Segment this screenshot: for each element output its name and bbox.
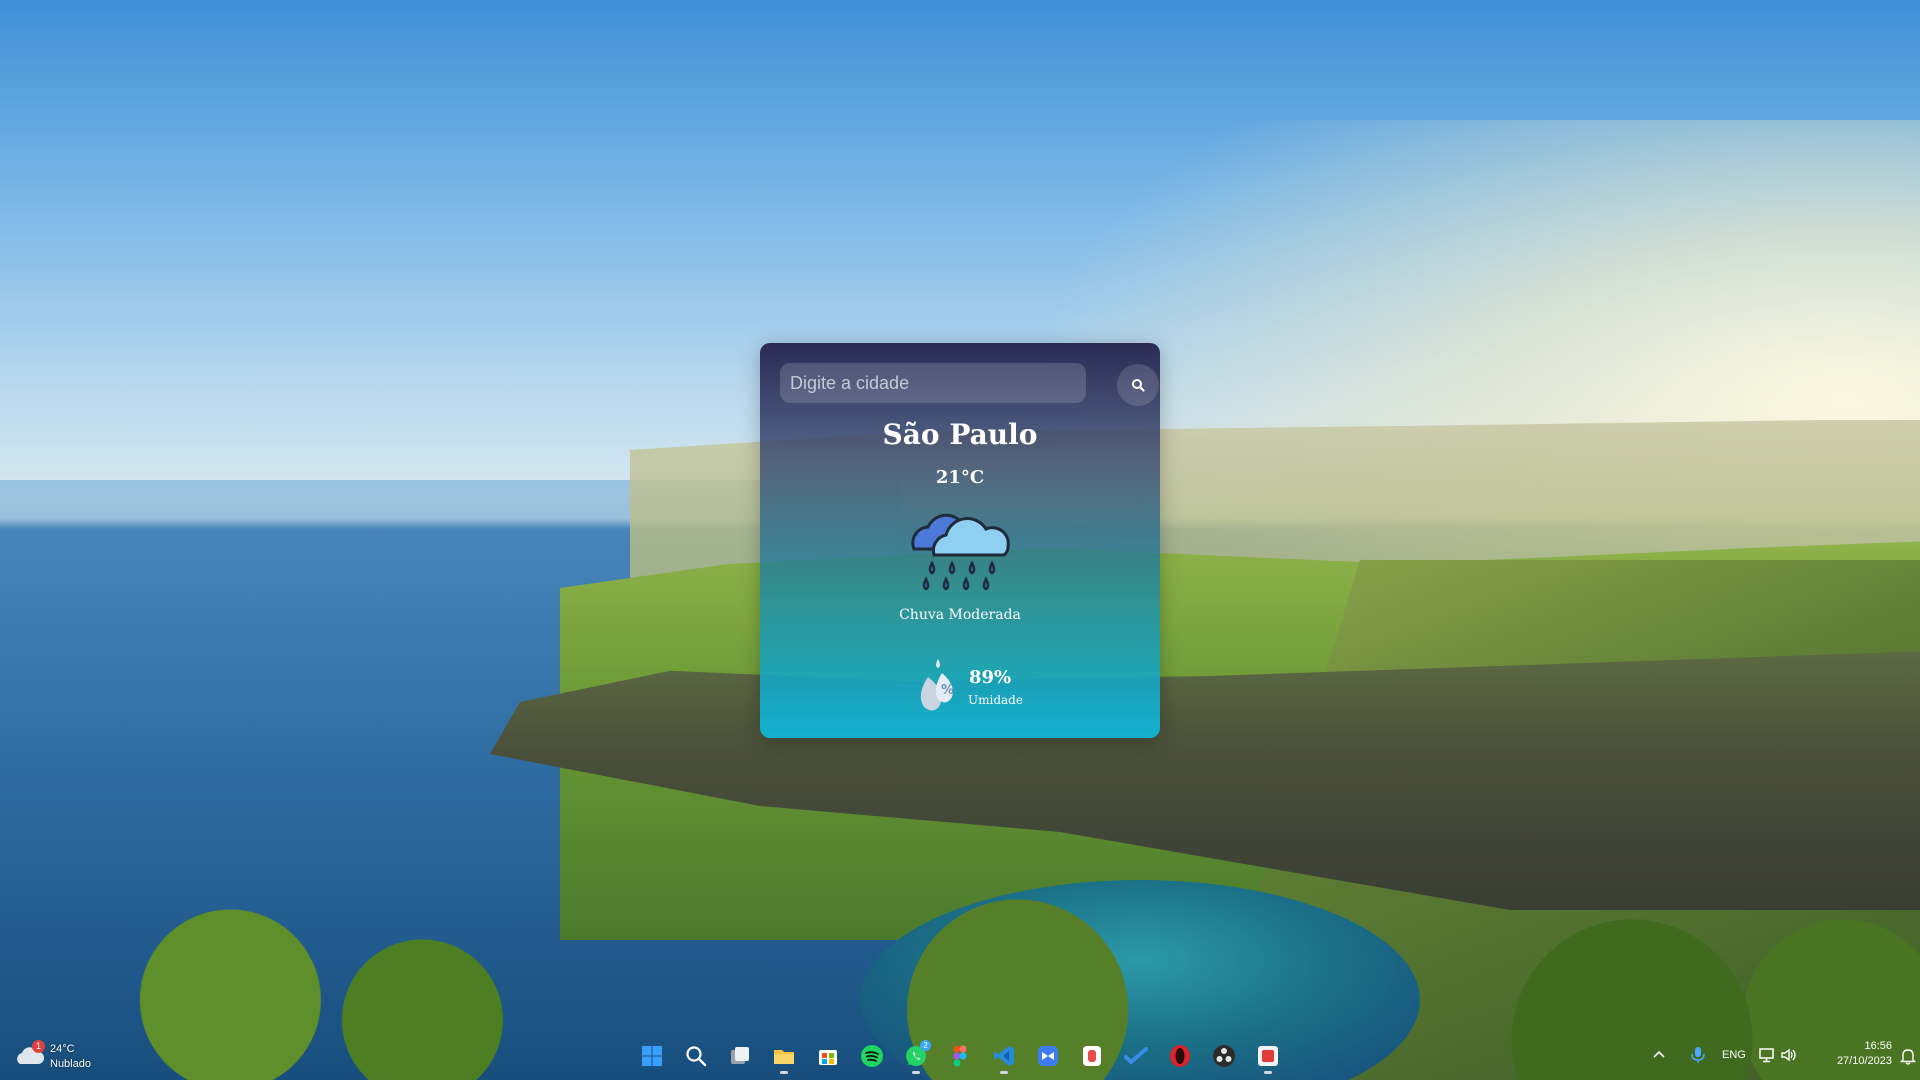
humidity-drop-icon: % (920, 659, 954, 711)
weather-widget[interactable]: 1 24°C Nublado (16, 1040, 106, 1074)
humidity-label: Umidade (968, 693, 1023, 707)
figma-button[interactable] (942, 1038, 978, 1074)
spotify-button[interactable] (854, 1038, 890, 1074)
task-view-button[interactable] (722, 1038, 758, 1074)
folder-icon (774, 1050, 794, 1064)
vscode-button[interactable] (986, 1038, 1022, 1074)
taskbar: 1 24°C Nublado 2 ENG 16:56 27/10/2023 (0, 1032, 1920, 1080)
app-blue-icon (1038, 1046, 1058, 1066)
search-icon (1132, 379, 1145, 392)
todo-icon (1124, 1047, 1148, 1065)
store-icon (819, 1050, 837, 1065)
file-explorer-button[interactable] (766, 1038, 802, 1074)
microsoft-store-button[interactable] (810, 1038, 846, 1074)
svg-text:%: % (941, 683, 954, 698)
obs-icon (1213, 1045, 1235, 1067)
widget-badge: 1 (32, 1040, 45, 1053)
opera-icon (1170, 1045, 1190, 1067)
red-square-app-button[interactable] (1250, 1038, 1286, 1074)
blue-app-button[interactable] (1030, 1038, 1066, 1074)
chevron-up-icon[interactable] (1652, 1048, 1666, 1062)
red-app-button[interactable] (1074, 1038, 1110, 1074)
obs-button[interactable] (1206, 1038, 1242, 1074)
taskbar-apps: 2 (634, 1038, 1286, 1074)
clock-date[interactable]: 27/10/2023 (1818, 1055, 1892, 1067)
weather-card: São Paulo 21°C Chuva Moderada % 89% (760, 343, 1160, 738)
running-indicator (912, 1071, 920, 1074)
running-indicator (1000, 1071, 1008, 1074)
opera-button[interactable] (1162, 1038, 1198, 1074)
city-search-input[interactable] (780, 363, 1086, 403)
language-indicator[interactable]: ENG (1722, 1049, 1746, 1061)
task-view-icon (731, 1047, 749, 1064)
whatsapp-badge: 2 (920, 1040, 931, 1051)
running-indicator (780, 1071, 788, 1074)
todo-button[interactable] (1118, 1038, 1154, 1074)
network-icon[interactable] (1758, 1046, 1776, 1064)
weather-description: Chuva Moderada (899, 607, 1021, 623)
search-row (780, 363, 1159, 406)
cloud-rain-icon (911, 513, 1010, 591)
taskbar-search-button[interactable] (678, 1038, 714, 1074)
search-button[interactable] (1117, 364, 1159, 406)
temperature: 21°C (935, 467, 985, 488)
clock-time[interactable]: 16:56 (1838, 1040, 1892, 1052)
app-square-icon (1258, 1046, 1278, 1066)
spotify-icon (861, 1045, 883, 1067)
app-red-icon (1083, 1046, 1101, 1066)
desktop: São Paulo 21°C Chuva Moderada % 89% (0, 0, 1920, 1080)
notification-bell-icon[interactable] (1900, 1047, 1916, 1065)
city-name: São Paulo (882, 418, 1038, 451)
figma-icon (953, 1045, 967, 1067)
vscode-icon (994, 1046, 1014, 1066)
whatsapp-button[interactable]: 2 (898, 1038, 934, 1074)
search-icon (686, 1046, 707, 1067)
widget-condition: Nublado (50, 1058, 91, 1070)
windows-start-icon (642, 1046, 662, 1066)
volume-icon[interactable] (1780, 1046, 1798, 1064)
start-button[interactable] (634, 1038, 670, 1074)
widget-temperature: 24°C (50, 1043, 75, 1055)
microphone-icon[interactable] (1690, 1046, 1706, 1064)
system-tray: ENG 16:56 27/10/2023 (1630, 1032, 1920, 1080)
running-indicator (1264, 1071, 1272, 1074)
humidity-value: 89% (969, 667, 1012, 688)
